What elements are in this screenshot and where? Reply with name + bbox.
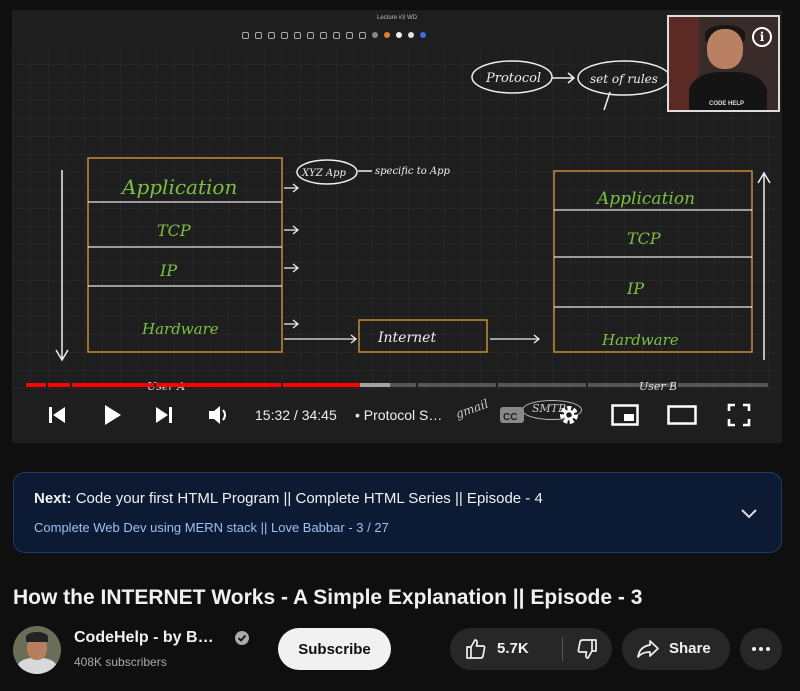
note-set-of-rules: set of rules — [590, 72, 658, 86]
like-button[interactable]: 5.7K — [450, 628, 562, 670]
skip-previous-icon[interactable] — [42, 397, 72, 433]
fullscreen-icon[interactable] — [722, 397, 756, 433]
channel-name[interactable]: CodeHelp - by B… — [74, 629, 214, 647]
chapter-label: Protocol S… — [363, 407, 443, 423]
share-button[interactable]: Share — [622, 628, 730, 670]
skip-next-icon[interactable] — [149, 397, 179, 433]
gear-icon[interactable] — [552, 397, 586, 433]
like-dislike-bar: 5.7K — [450, 628, 612, 670]
up-next-video-title: Code your first HTML Program || Complete… — [75, 490, 543, 507]
volume-icon[interactable] — [204, 397, 234, 433]
up-next-label: Next: — [34, 490, 72, 507]
svg-text:CC: CC — [503, 412, 517, 423]
progress-played — [26, 383, 360, 387]
verified-badge-icon — [235, 631, 249, 645]
note-internet: Internet — [377, 330, 436, 346]
playlist-info: Complete Web Dev using MERN stack || Lov… — [34, 520, 389, 535]
right-stack-hardware: Hardware — [601, 331, 679, 349]
right-stack-application: Application — [595, 189, 695, 209]
chapter-title[interactable]: • Protocol S… — [355, 407, 442, 423]
chapter-bullet: • — [355, 407, 360, 423]
thumbs-down-icon — [577, 639, 597, 659]
more-options-button[interactable] — [740, 628, 782, 670]
video-title: How the INTERNET Works - A Simple Explan… — [13, 586, 643, 609]
up-next-title[interactable]: Next: Code your first HTML Program || Co… — [34, 490, 543, 507]
left-stack-tcp: TCP — [157, 221, 191, 240]
subscribe-button[interactable]: Subscribe — [278, 628, 391, 670]
note-specific-to-app: specific to App — [375, 166, 451, 177]
avatar[interactable] — [13, 626, 61, 674]
left-stack-application: Application — [120, 175, 237, 199]
share-label: Share — [669, 640, 711, 657]
time-display: 15:32 / 34:45 — [255, 407, 337, 423]
left-stack-ip: IP — [159, 261, 177, 280]
video-player[interactable]: Lecture #3 WD Protocol set of rules XYZ … — [12, 10, 782, 443]
play-icon[interactable] — [97, 397, 127, 433]
player-controls: 15:32 / 34:45 • Protocol S… CC — [12, 397, 782, 437]
webcam-overlay: CODE HELP i — [667, 15, 780, 112]
more-horizontal-icon — [752, 647, 770, 651]
right-stack-ip: IP — [626, 279, 644, 298]
miniplayer-icon[interactable] — [608, 397, 642, 433]
left-stack-hardware: Hardware — [141, 320, 219, 338]
thumbs-up-icon — [466, 639, 486, 659]
closed-captions-icon[interactable]: CC — [497, 397, 527, 433]
webcam-brand: CODE HELP — [709, 101, 745, 107]
note-protocol: Protocol — [485, 71, 541, 86]
like-count: 5.7K — [497, 640, 529, 657]
progress-bar[interactable] — [26, 383, 768, 387]
note-xyz-app: XYZ App — [301, 168, 346, 179]
chevron-down-icon[interactable] — [737, 501, 761, 525]
up-next-panel[interactable]: Next: Code your first HTML Program || Co… — [13, 472, 782, 553]
share-icon — [637, 640, 659, 658]
subscriber-count: 408K subscribers — [74, 655, 167, 669]
info-icon[interactable]: i — [752, 27, 772, 47]
right-stack-tcp: TCP — [627, 229, 661, 248]
dislike-button[interactable] — [563, 628, 612, 670]
theater-mode-icon[interactable] — [665, 397, 699, 433]
